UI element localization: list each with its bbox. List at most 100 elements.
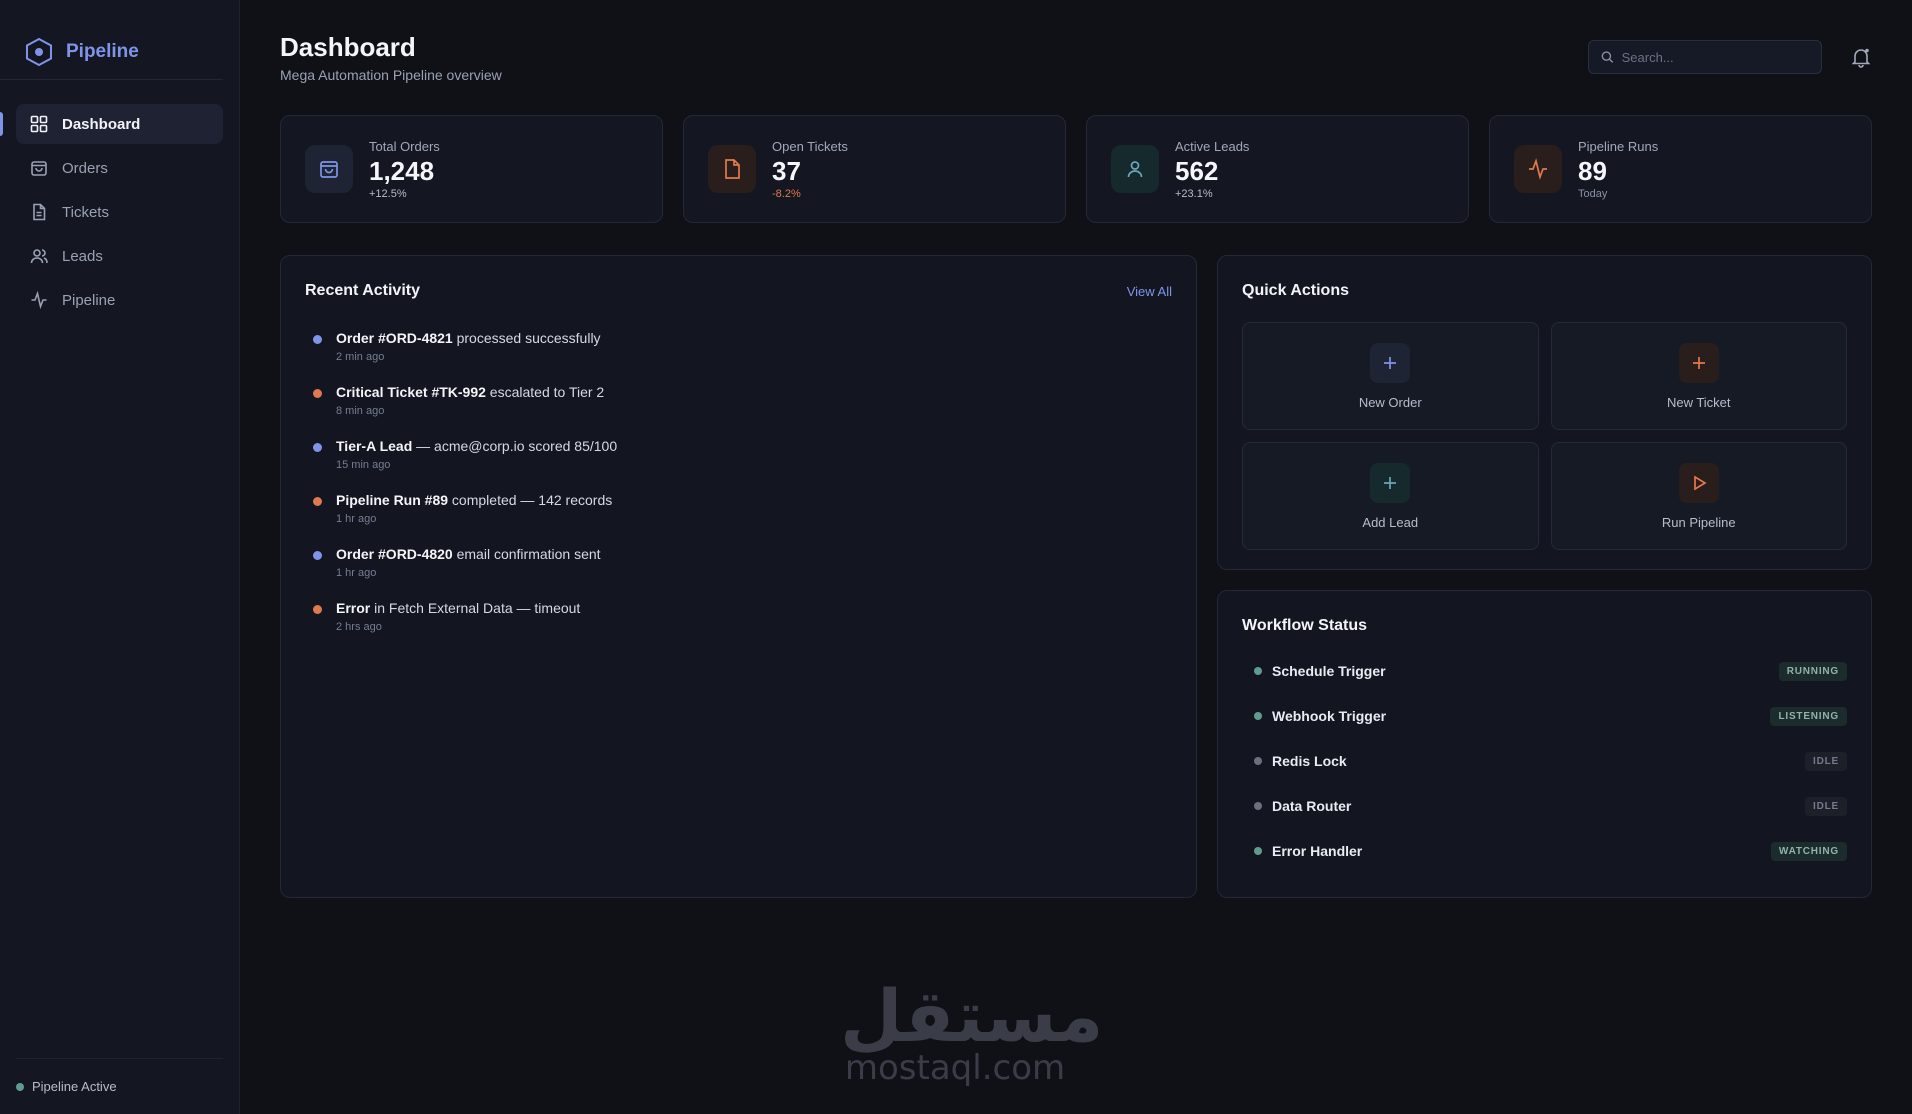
activity-subject: Tier-A Lead xyxy=(336,438,413,454)
list-item[interactable]: Pipeline Run #89 completed — 142 records… xyxy=(305,492,1172,525)
sidebar-item-pipeline[interactable]: Pipeline xyxy=(16,280,223,320)
workflow-status-panel: Workflow Status Schedule Trigger RUNNING… xyxy=(1217,590,1872,898)
plus-icon xyxy=(1384,476,1397,489)
watermark-latin: mostaql.com xyxy=(844,1048,1066,1088)
activity-subject: Order #ORD-4821 xyxy=(336,330,453,346)
activity-detail: — acme@corp.io scored 85/100 xyxy=(412,438,618,454)
activity-dot xyxy=(313,551,322,560)
sidebar-item-tickets[interactable]: Tickets xyxy=(16,192,223,232)
qa-icon-box xyxy=(1370,462,1411,503)
sidebar-item-label: Dashboard xyxy=(62,115,141,133)
workflow-list: Schedule Trigger RUNNING Webhook Trigger… xyxy=(1242,657,1847,865)
sidebar-item-dashboard[interactable]: Dashboard xyxy=(0,104,223,144)
list-item[interactable]: Order #ORD-4821 processed successfully 2… xyxy=(305,330,1172,363)
stat-change: Today xyxy=(1578,187,1608,200)
qa-icon-box xyxy=(1370,342,1411,383)
activity-time: 2 hrs ago xyxy=(336,621,382,633)
search-box[interactable] xyxy=(1588,40,1822,74)
workflow-row[interactable]: Error Handler WATCHING xyxy=(1242,837,1847,865)
status-dot xyxy=(1254,757,1262,765)
workflow-row[interactable]: Redis Lock IDLE xyxy=(1242,747,1847,775)
user-icon xyxy=(1127,161,1143,178)
brand[interactable]: Pipeline xyxy=(0,0,223,80)
workflow-row[interactable]: Schedule Trigger RUNNING xyxy=(1242,657,1847,685)
sidebar-item-label: Leads xyxy=(62,247,103,265)
list-item[interactable]: Error in Fetch External Data — timeout 2… xyxy=(305,600,1172,633)
activity-text: Error in Fetch External Data — timeout xyxy=(336,600,580,616)
sidebar-nav: Dashboard Orders Tickets Leads Pipeline xyxy=(0,80,239,344)
activity-icon xyxy=(1529,158,1547,180)
workflow-name: Schedule Trigger xyxy=(1272,663,1386,679)
sidebar: Pipeline Dashboard Orders Tickets Leads … xyxy=(0,0,240,1114)
activity-subject: Order #ORD-4820 xyxy=(336,546,453,562)
shopping-bag-icon xyxy=(320,161,338,178)
stat-label: Active Leads xyxy=(1175,138,1250,154)
plus-icon xyxy=(1692,356,1705,369)
page-title: Dashboard xyxy=(280,32,416,62)
qa-icon-box xyxy=(1678,342,1719,383)
stat-value: 89 xyxy=(1578,155,1607,186)
stat-card-active-leads[interactable]: Active Leads 562 +23.1% xyxy=(1086,115,1469,223)
activity-text: Tier-A Lead — acme@corp.io scored 85/100 xyxy=(336,438,617,454)
activity-text: Order #ORD-4820 email confirmation sent xyxy=(336,546,601,562)
panel-title: Recent Activity xyxy=(305,282,420,299)
view-all-link[interactable]: View All xyxy=(1127,284,1172,299)
activity-icon xyxy=(31,291,47,309)
list-item[interactable]: Tier-A Lead — acme@corp.io scored 85/100… xyxy=(305,438,1172,471)
quick-actions-panel: Quick Actions New Order New Ticket Add L… xyxy=(1217,255,1872,570)
panel-title: Quick Actions xyxy=(1242,282,1349,299)
workflow-row[interactable]: Webhook Trigger LISTENING xyxy=(1242,702,1847,730)
quick-actions-grid: New Order New Ticket Add Lead Run Pipeli… xyxy=(1242,322,1847,550)
status-badge: WATCHING xyxy=(1770,841,1847,861)
workflow-name: Webhook Trigger xyxy=(1272,708,1387,724)
hexagon-logo-icon xyxy=(26,37,52,66)
brand-name: Pipeline xyxy=(66,40,139,62)
pipeline-status-text: Pipeline Active xyxy=(32,1079,117,1094)
qa-label: Run Pipeline xyxy=(1661,514,1736,530)
activity-dot xyxy=(313,389,322,398)
status-dot xyxy=(1254,802,1262,810)
recent-activity-panel: Recent Activity View All Order #ORD-4821… xyxy=(280,255,1197,898)
workflow-name: Redis Lock xyxy=(1272,753,1347,769)
watermark-arabic: مستقل xyxy=(840,974,1104,1058)
list-item[interactable]: Critical Ticket #TK-992 escalated to Tie… xyxy=(305,384,1172,417)
search-input[interactable] xyxy=(1621,49,1809,65)
new-order-button[interactable]: New Order xyxy=(1242,322,1539,430)
sidebar-item-leads[interactable]: Leads xyxy=(16,236,223,276)
stat-change: -8.2% xyxy=(772,187,801,200)
status-badge: IDLE xyxy=(1805,796,1847,816)
stat-card-pipeline-runs[interactable]: Pipeline Runs 89 Today xyxy=(1489,115,1872,223)
status-dot xyxy=(1254,712,1262,720)
stat-change: +23.1% xyxy=(1175,187,1213,200)
stat-label: Total Orders xyxy=(369,138,440,154)
stat-card-total-orders[interactable]: Total Orders 1,248 +12.5% xyxy=(280,115,663,223)
status-dot xyxy=(1254,847,1262,855)
panel-title: Workflow Status xyxy=(1242,617,1368,634)
sidebar-item-orders[interactable]: Orders xyxy=(16,148,223,188)
activity-dot xyxy=(313,335,322,344)
activity-detail: email confirmation sent xyxy=(452,546,601,562)
list-item[interactable]: Order #ORD-4820 email confirmation sent … xyxy=(305,546,1172,579)
activity-detail: in Fetch External Data — timeout xyxy=(370,600,581,616)
activity-text: Order #ORD-4821 processed successfully xyxy=(336,330,601,346)
stat-value: 37 xyxy=(772,155,801,186)
activity-text: Pipeline Run #89 completed — 142 records xyxy=(336,492,612,508)
sidebar-item-label: Orders xyxy=(62,159,108,177)
shopping-bag-icon xyxy=(31,161,47,176)
workflow-name: Error Handler xyxy=(1272,843,1363,859)
workflow-row[interactable]: Data Router IDLE xyxy=(1242,792,1847,820)
run-pipeline-button[interactable]: Run Pipeline xyxy=(1550,442,1847,550)
pipeline-status: Pipeline Active xyxy=(16,1058,223,1114)
qa-label: New Ticket xyxy=(1666,394,1731,410)
page-header: Dashboard Mega Automation Pipeline overv… xyxy=(280,0,1872,100)
activity-detail: completed — 142 records xyxy=(448,492,613,508)
activity-detail: processed successfully xyxy=(452,330,601,346)
watermark: مستقل mostaql.com xyxy=(840,974,1104,1088)
status-dot xyxy=(1254,667,1262,675)
add-lead-button[interactable]: Add Lead xyxy=(1242,442,1539,550)
sidebar-item-label: Tickets xyxy=(62,203,109,221)
bell-icon[interactable] xyxy=(1850,46,1872,68)
new-ticket-button[interactable]: New Ticket xyxy=(1550,322,1847,430)
stat-card-open-tickets[interactable]: Open Tickets 37 -8.2% xyxy=(683,115,1066,223)
grid-icon xyxy=(30,115,48,133)
